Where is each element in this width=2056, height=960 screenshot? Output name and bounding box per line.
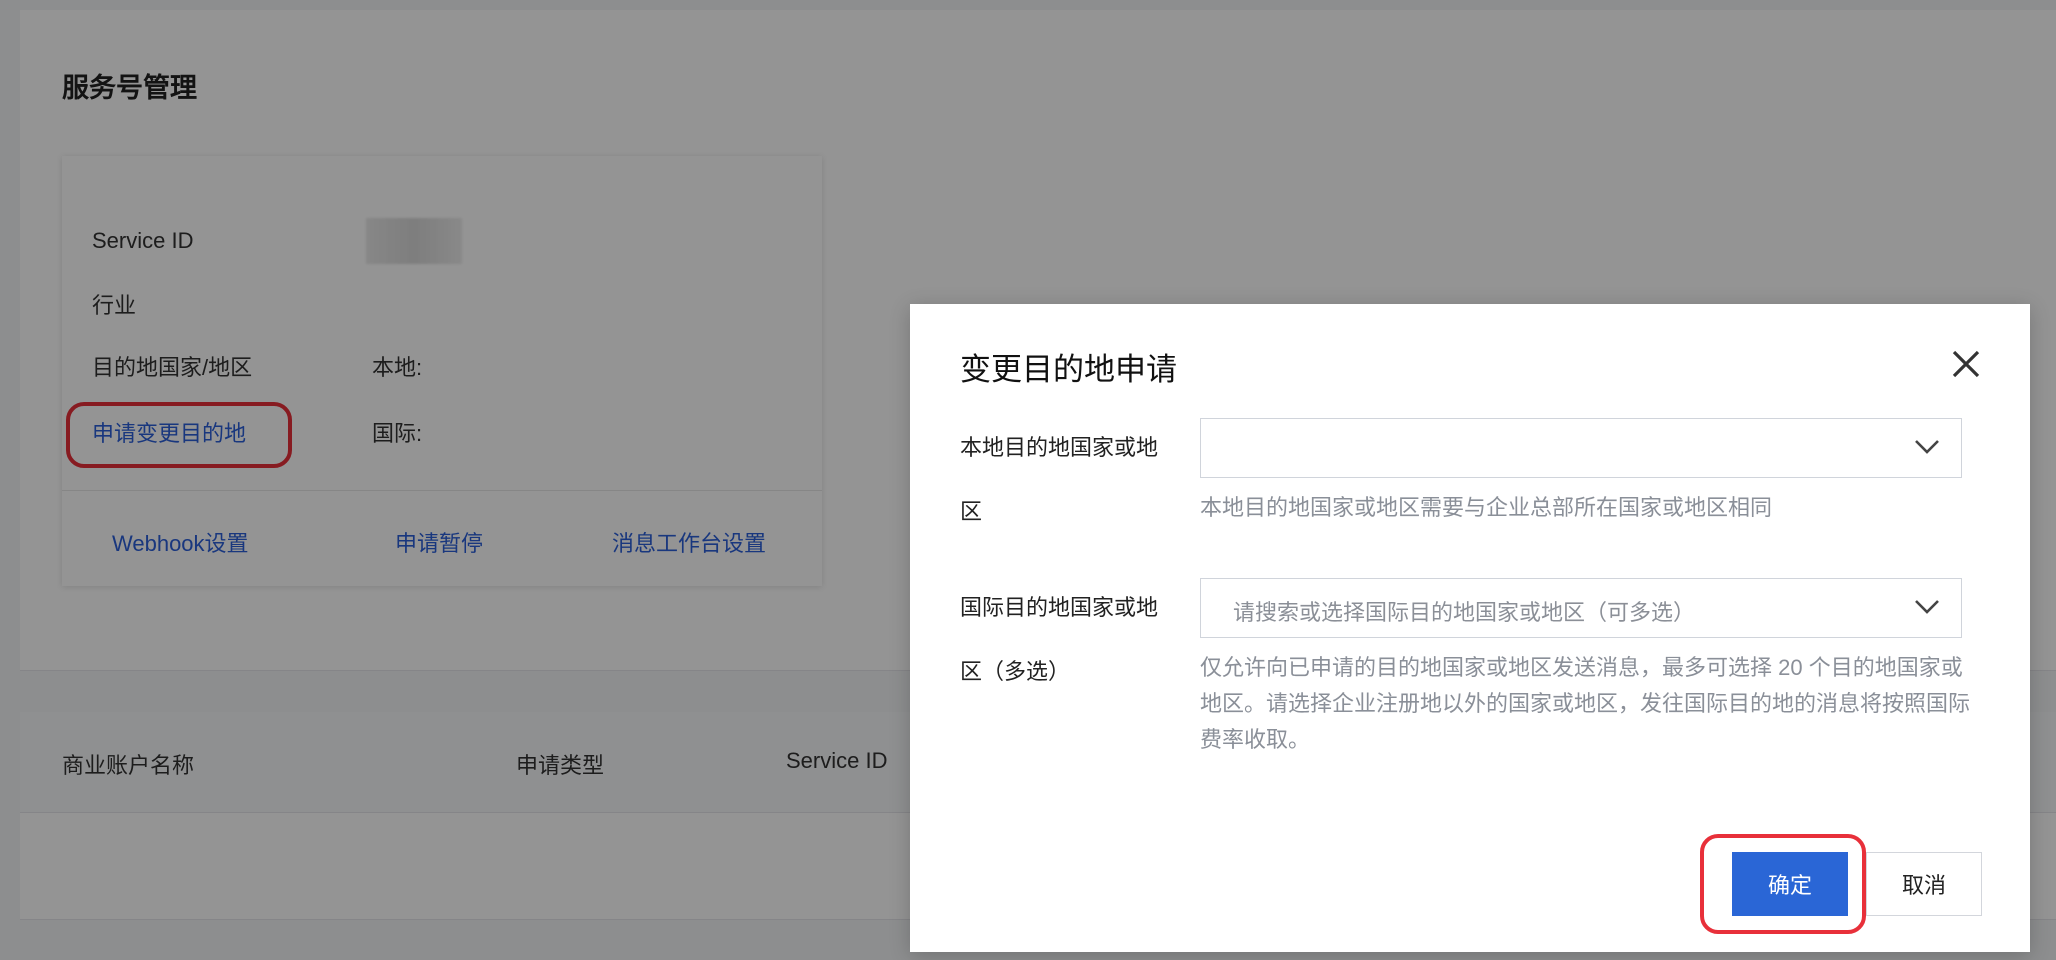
change-destination-modal: 变更目的地申请 本地目的地国家或地区 本地目的地国家或地区需要与企业总部所在国家… bbox=[910, 304, 2030, 952]
close-icon[interactable] bbox=[1946, 344, 1986, 384]
modal-title: 变更目的地申请 bbox=[960, 352, 1177, 387]
local-destination-hint: 本地目的地国家或地区需要与企业总部所在国家或地区相同 bbox=[1200, 495, 1773, 520]
local-destination-select[interactable] bbox=[1200, 418, 1962, 478]
cancel-button[interactable]: 取消 bbox=[1866, 852, 1982, 916]
intl-destination-select[interactable]: 请搜索或选择国际目的地国家或地区（可多选） bbox=[1200, 578, 1962, 638]
highlight-ring-confirm bbox=[1700, 834, 1866, 934]
local-destination-field-label: 本地目的地国家或地区 bbox=[960, 435, 1159, 524]
chevron-down-icon bbox=[1915, 440, 1939, 454]
intl-destination-field-label: 国际目的地国家或地区（多选） bbox=[960, 595, 1159, 684]
chevron-down-icon bbox=[1915, 600, 1939, 614]
intl-destination-placeholder: 请搜索或选择国际目的地国家或地区（可多选） bbox=[1233, 600, 1696, 625]
intl-destination-hint: 仅允许向已申请的目的地国家或地区发送消息，最多可选择 20 个目的地国家或地区。… bbox=[1200, 655, 1971, 752]
